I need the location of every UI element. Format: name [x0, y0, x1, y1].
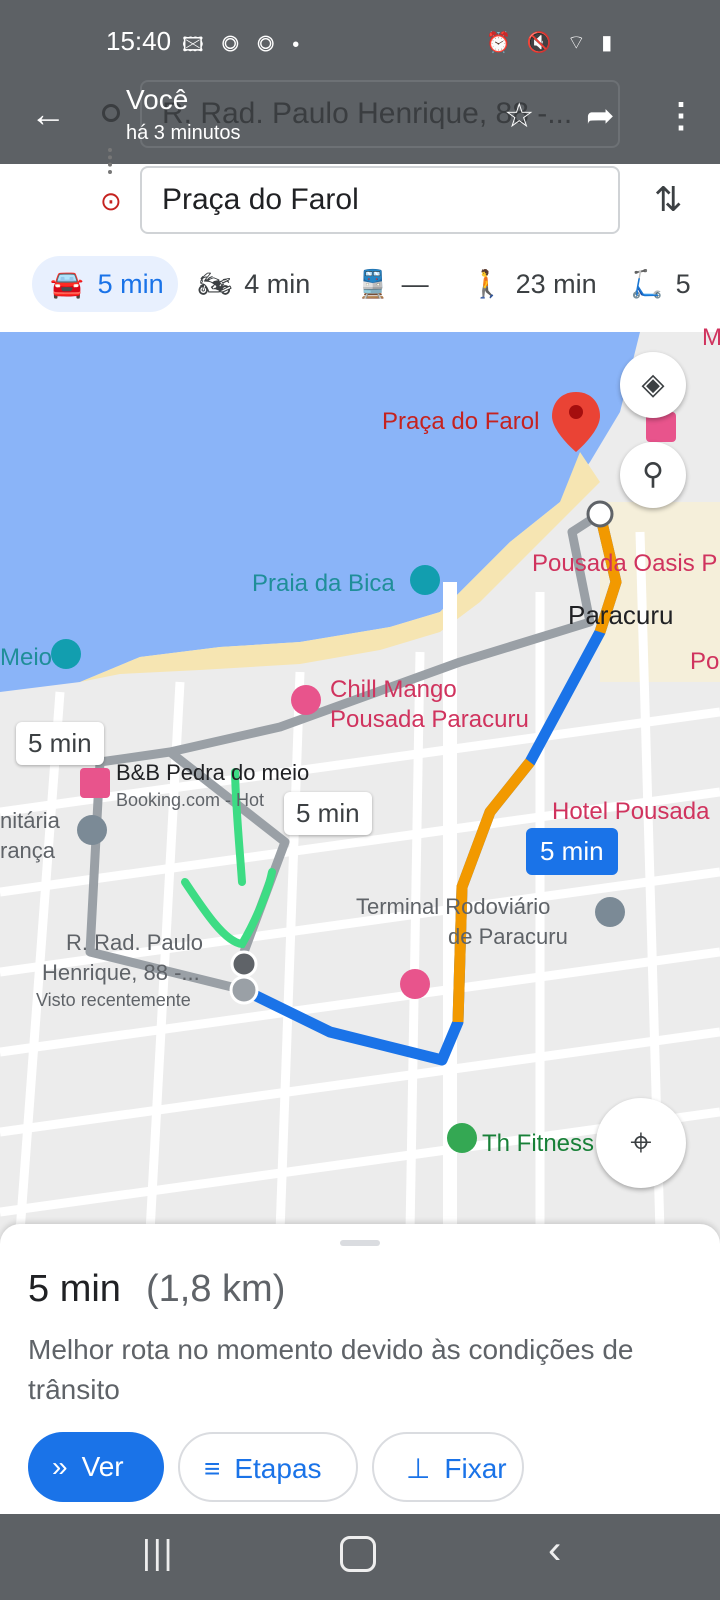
layers-button[interactable]: ◈: [620, 352, 686, 418]
origin-dot-icon: [102, 104, 120, 122]
motorcycle-icon: 🏍: [198, 269, 233, 299]
hotel-poi-icon[interactable]: [80, 768, 110, 798]
route-duration: 5 min: [28, 1268, 121, 1310]
map-label-unitaria[interactable]: nitária: [0, 808, 60, 834]
route-distance: (1,8 km): [146, 1268, 286, 1310]
ride-icon: 🛴: [630, 269, 664, 299]
transit-icon: 🚆: [356, 269, 390, 299]
system-icons: ⏰ 🔇 ⌔ ▮: [486, 32, 618, 54]
chill-mango-poi-icon[interactable]: [291, 685, 321, 715]
notification-icons: 🖾 ◎ ◎ •: [182, 34, 306, 56]
recent-apps-icon[interactable]: |||: [142, 1534, 175, 1573]
map-label-paracuru: Paracuru: [568, 600, 674, 630]
tab-driving-label: 5 min: [97, 269, 164, 299]
star-icon[interactable]: ☆: [504, 96, 534, 136]
etapas-button-label: Etapas: [234, 1453, 322, 1484]
car-icon: 🚘: [50, 269, 84, 299]
tab-walking[interactable]: 🚶 23 min: [470, 256, 597, 312]
layers-icon: ◈: [641, 368, 665, 401]
fixar-button-label: Fixar: [444, 1453, 507, 1484]
map-label-praca-do-farol[interactable]: Praça do Farol: [382, 408, 539, 436]
nav-back-icon[interactable]: ‹: [548, 1528, 561, 1573]
map-label-origin-2: Henrique, 88 -...: [42, 960, 200, 985]
double-chevron-icon: »: [52, 1451, 68, 1482]
route-connector-dots: [108, 148, 116, 174]
map-label-m-edge: M: [702, 324, 720, 351]
search-icon: ⚲: [642, 458, 664, 491]
map-label-hotel-pousada[interactable]: Hotel Pousada: [552, 798, 709, 826]
tab-motorcycle-label: 4 min: [244, 269, 311, 299]
route-description: Melhor rota no momento devido às condiçõ…: [28, 1334, 634, 1405]
tab-driving[interactable]: 🚘 5 min: [32, 256, 178, 312]
list-icon: ≡: [204, 1453, 221, 1484]
origin-location-pin[interactable]: [230, 950, 258, 978]
search-button[interactable]: ⚲: [620, 442, 686, 508]
tab-transit-label: —: [401, 269, 429, 299]
meio-poi-icon[interactable]: [51, 639, 81, 669]
map-label-origin: R. Rad. Paulo: [66, 930, 203, 955]
walk-icon: 🚶: [470, 269, 504, 299]
bus-terminal-poi-icon[interactable]: [595, 897, 625, 927]
crosshair-icon: ⌖: [630, 1122, 652, 1164]
map-label-pousada-oasis[interactable]: Pousada Oasis P: [532, 550, 717, 578]
map-view[interactable]: Praça do Farol Praia da Bica Meio Pousad…: [0, 324, 720, 1232]
map-label-chill-mango-sub[interactable]: Pousada Paracuru: [330, 706, 529, 734]
status-bar: 15:40 🖾 ◎ ◎ • ⏰ 🔇 ⌔ ▮: [0, 0, 720, 88]
sheet-drag-handle[interactable]: [340, 1240, 380, 1246]
map-label-visto-recentemente: Visto recentemente: [36, 990, 191, 1010]
my-location-button[interactable]: ⌖: [596, 1098, 686, 1188]
map-label-chill-mango[interactable]: Chill Mango: [330, 676, 457, 704]
back-arrow-icon[interactable]: ←: [30, 94, 70, 134]
beach-poi-icon[interactable]: [410, 565, 440, 595]
tab-walking-label: 23 min: [515, 269, 597, 299]
home-icon[interactable]: [340, 1536, 376, 1572]
map-label-booking[interactable]: Booking.com - Hot: [116, 790, 264, 811]
destination-pin-icon: ⊙: [100, 186, 122, 216]
map-label-po[interactable]: Po: [690, 648, 719, 676]
fixar-button[interactable]: ⊥ Fixar: [372, 1432, 524, 1502]
ver-button[interactable]: » Ver: [28, 1432, 164, 1502]
more-options-icon[interactable]: ⋮: [664, 96, 698, 136]
route-start-marker: [229, 975, 259, 1005]
route-end-marker: [586, 500, 614, 528]
etapas-button[interactable]: ≡ Etapas: [178, 1432, 358, 1502]
restaurant-poi-icon[interactable]: [400, 969, 430, 999]
map-label-unitaria-2[interactable]: rança: [0, 838, 55, 864]
tab-motorcycle[interactable]: 🏍 4 min: [198, 256, 310, 312]
health-poi-icon[interactable]: [77, 815, 107, 845]
destination-field[interactable]: Praça do Farol: [140, 166, 620, 234]
status-time: 15:40: [106, 26, 172, 56]
destination-pin-center: [569, 405, 583, 419]
map-label-th-fitness[interactable]: Th Fitness: [482, 1130, 594, 1158]
map-label-terminal-2[interactable]: de Paracuru: [448, 924, 568, 950]
ver-button-label: Ver: [81, 1451, 124, 1482]
alt-route-time-bubble-1[interactable]: 5 min: [16, 722, 104, 765]
share-icon[interactable]: ➦: [586, 96, 615, 136]
system-nav-bar: ||| ‹: [0, 1514, 720, 1600]
alt-route-time-bubble-2[interactable]: 5 min: [284, 792, 372, 835]
location-toast-subtitle: há 3 minutos: [126, 122, 241, 144]
map-label-praia-da-bica[interactable]: Praia da Bica: [252, 570, 395, 598]
location-toast-title: Você: [126, 84, 189, 115]
map-label-bb-pedra[interactable]: B&B Pedra do meio: [116, 760, 309, 786]
pin-icon: ⊥: [406, 1453, 431, 1484]
tab-ride[interactable]: 🛴5 m: [630, 256, 720, 355]
map-label-meio[interactable]: Meio: [0, 644, 52, 672]
fitness-poi-icon[interactable]: [447, 1123, 477, 1153]
map-label-terminal[interactable]: Terminal Rodoviário: [356, 894, 550, 920]
swap-icon[interactable]: ⇅: [654, 180, 683, 220]
selected-route-time-bubble[interactable]: 5 min: [526, 828, 618, 875]
map-canvas[interactable]: [0, 332, 720, 1232]
tab-transit[interactable]: 🚆 —: [356, 256, 429, 312]
